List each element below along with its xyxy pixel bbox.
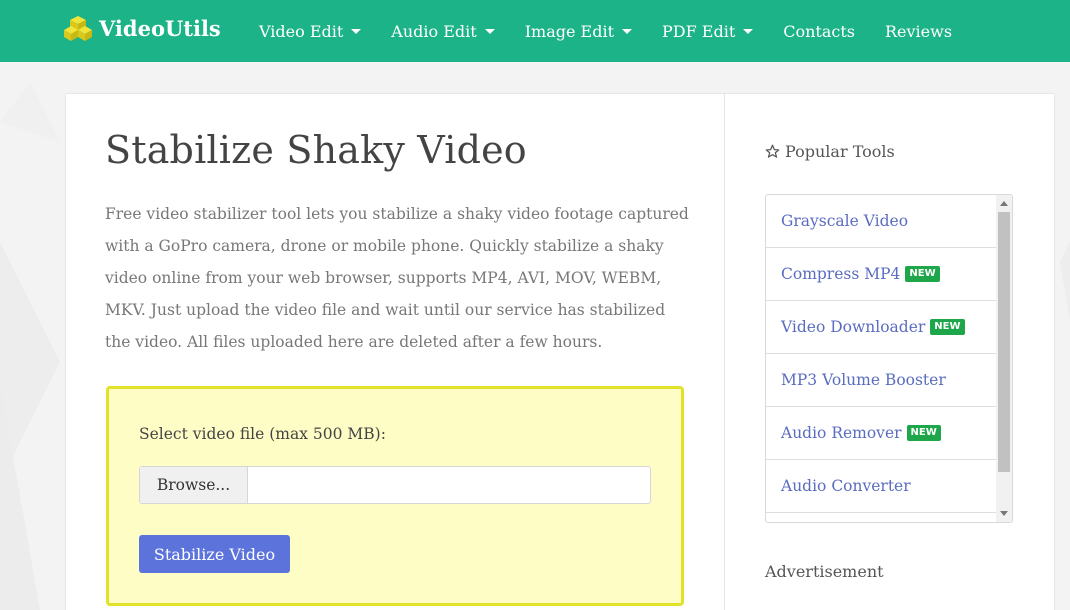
- nav-item-reviews[interactable]: Reviews: [870, 22, 967, 41]
- tool-label: Video Downloader: [781, 318, 926, 336]
- nav-item-label: PDF Edit: [662, 21, 736, 41]
- tool-label: Audio Converter: [781, 477, 911, 495]
- popular-tools-label: Popular Tools: [785, 142, 895, 161]
- scroll-down-arrow-icon[interactable]: [1000, 511, 1008, 516]
- tool-label: Compress MP4: [781, 265, 901, 283]
- tool-link-audio-remover[interactable]: Audio Remover NEW: [766, 407, 997, 460]
- chevron-down-icon: [743, 29, 754, 34]
- tool-link-video-downloader[interactable]: Video Downloader NEW: [766, 301, 997, 354]
- brand-logo[interactable]: VideoUtils: [63, 14, 221, 42]
- nav-item-label: Audio Edit: [391, 21, 477, 41]
- page-title: Stabilize Shaky Video: [105, 128, 527, 172]
- nav-item-contacts[interactable]: Contacts: [768, 22, 870, 41]
- top-navbar: VideoUtils Video Edit Audio Edit Image E…: [0, 0, 1070, 62]
- tools-scrollbar[interactable]: [996, 195, 1012, 522]
- tool-label: Grayscale Video: [781, 212, 909, 230]
- nav-item-label: Reviews: [885, 21, 953, 41]
- file-input-label: Select video file (max 500 MB):: [139, 425, 386, 443]
- nav-item-label: Video Edit: [259, 21, 344, 41]
- advertisement-label: Advertisement: [765, 562, 884, 581]
- nav-menu: Video Edit Audio Edit Image Edit PDF Edi…: [244, 0, 967, 62]
- chevron-down-icon: [351, 29, 362, 34]
- nav-item-video-edit[interactable]: Video Edit: [244, 22, 376, 41]
- chevron-down-icon: [484, 29, 495, 34]
- new-badge: NEW: [930, 319, 965, 335]
- cubes-icon: [64, 16, 92, 41]
- video-file-input[interactable]: Browse...: [139, 466, 651, 504]
- star-icon: [765, 144, 780, 158]
- nav-item-audio-edit[interactable]: Audio Edit: [376, 22, 509, 41]
- nav-item-label: Contacts: [783, 21, 855, 41]
- stabilize-video-button[interactable]: Stabilize Video: [139, 535, 290, 573]
- scroll-up-arrow-icon[interactable]: [1000, 201, 1008, 206]
- new-badge: NEW: [905, 266, 940, 282]
- tool-label: Audio Remover: [781, 424, 902, 442]
- nav-item-label: Image Edit: [524, 21, 614, 41]
- brand-name: VideoUtils: [99, 15, 221, 41]
- popular-tools-heading: Popular Tools: [765, 142, 895, 161]
- selected-file-name: [248, 467, 650, 503]
- column-divider: [724, 94, 725, 610]
- tool-link-audio-converter[interactable]: Audio Converter: [766, 460, 997, 513]
- browse-button[interactable]: Browse...: [140, 467, 248, 503]
- chevron-down-icon: [622, 29, 632, 34]
- new-badge: NEW: [906, 425, 941, 441]
- page-description: Free video stabilizer tool lets you stab…: [105, 205, 689, 351]
- tool-link-compress-mp4[interactable]: Compress MP4 NEW: [766, 248, 997, 301]
- tool-link-grayscale-video[interactable]: Grayscale Video: [766, 195, 997, 248]
- tool-label: MP3 Volume Booster: [781, 371, 946, 389]
- tool-link-mp3-volume-booster[interactable]: MP3 Volume Booster: [766, 354, 997, 407]
- nav-item-pdf-edit[interactable]: PDF Edit: [647, 22, 768, 41]
- popular-tools-list: Grayscale Video Compress MP4 NEW Video D…: [765, 194, 1013, 523]
- nav-item-image-edit[interactable]: Image Edit: [510, 22, 647, 41]
- scrollbar-thumb[interactable]: [998, 212, 1010, 472]
